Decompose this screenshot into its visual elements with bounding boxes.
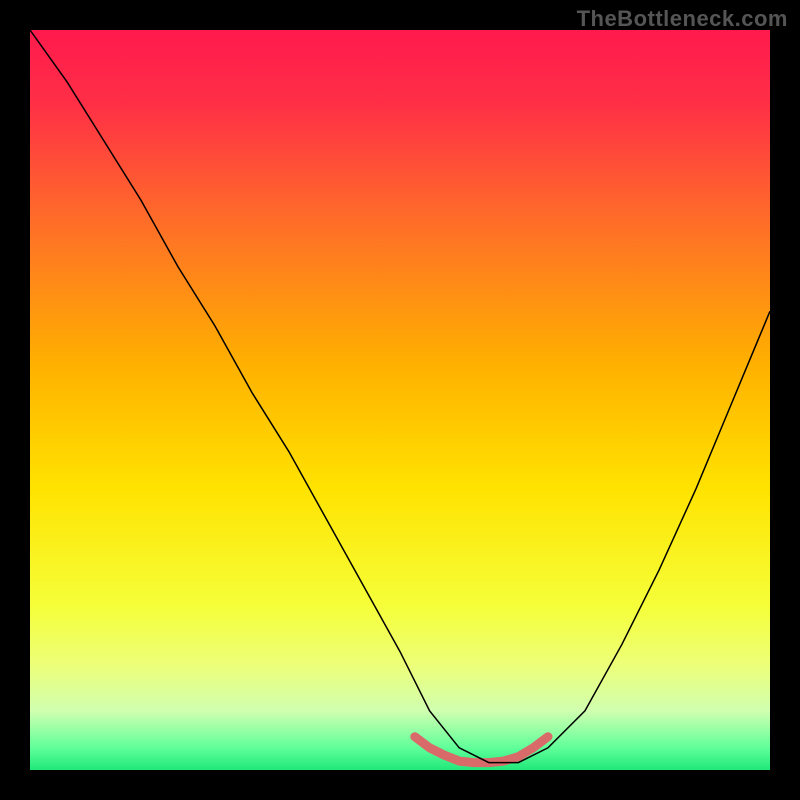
bottleneck-curve [30, 30, 770, 763]
watermark-text: TheBottleneck.com [577, 6, 788, 32]
curve-layer [30, 30, 770, 770]
chart-frame: TheBottleneck.com [0, 0, 800, 800]
plot-area [30, 30, 770, 770]
